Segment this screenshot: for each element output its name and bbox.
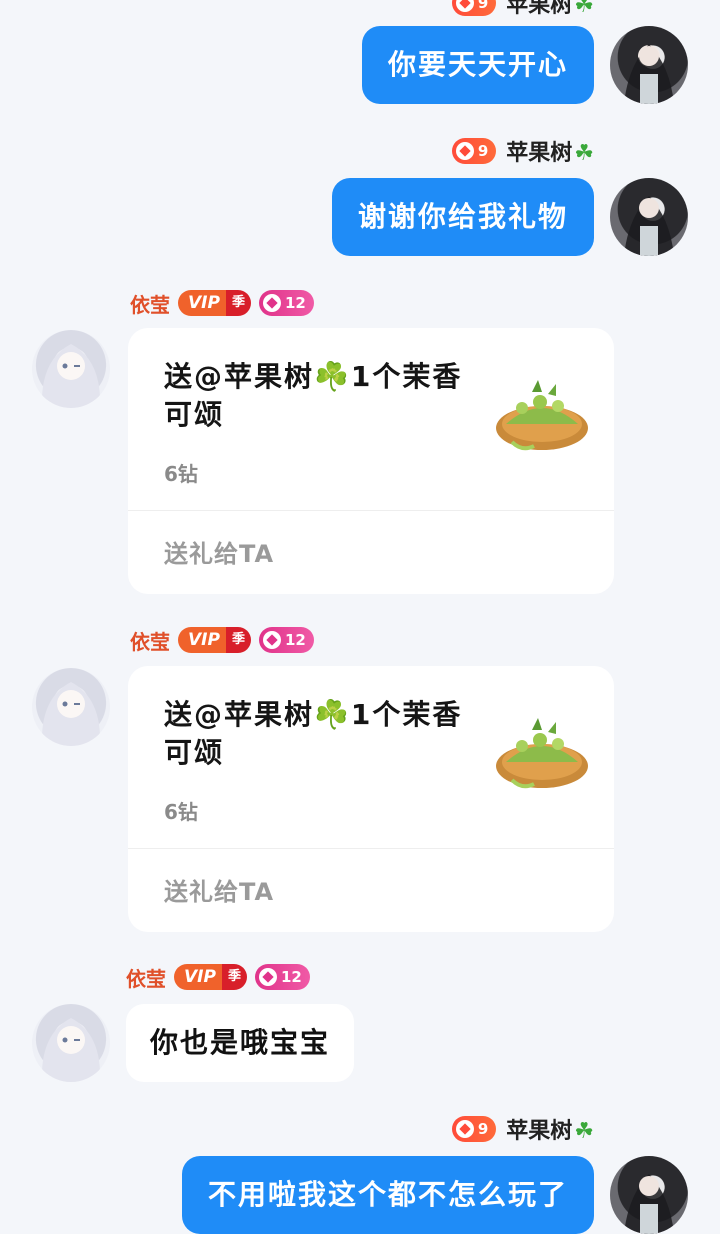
- message-header-other: 依莹 VIP 季 12: [130, 288, 314, 318]
- diamond-icon: [262, 631, 281, 649]
- gift-price: 6钻: [164, 462, 198, 486]
- vip-badge: VIP 季: [174, 964, 247, 990]
- level-badge: 9: [451, 138, 497, 164]
- level-number: 9: [477, 142, 489, 160]
- sender-nickname[interactable]: 依莹: [130, 626, 170, 655]
- sender-nickname[interactable]: 苹果树☘: [506, 1113, 594, 1145]
- clover-icon: ☘: [574, 141, 594, 166]
- croissant-gift-image: [496, 718, 588, 789]
- message-header-other: 依莹 VIP 季 12: [126, 962, 310, 992]
- avatar-other[interactable]: [32, 330, 110, 408]
- message-header-me: 9 苹果树☘: [451, 135, 594, 167]
- level-badge: 12: [258, 627, 314, 653]
- gift-price: 6钻: [164, 800, 198, 824]
- sender-nickname[interactable]: 依莹: [126, 963, 166, 992]
- avatar-other[interactable]: [32, 668, 110, 746]
- avatar-other[interactable]: [32, 1004, 110, 1082]
- divider: [128, 848, 614, 849]
- gift-description: 送@苹果树☘️1个茉香可颂: [164, 360, 463, 431]
- level-number: 12: [284, 294, 306, 312]
- vip-badge: VIP 季: [178, 290, 251, 316]
- sender-nickname[interactable]: 苹果树☘: [506, 0, 594, 19]
- avatar-me[interactable]: [610, 1156, 688, 1234]
- send-gift-button[interactable]: 送礼给TA: [164, 534, 274, 569]
- gift-card[interactable]: 送@苹果树☘️1个茉香可颂 6钻 送礼给TA: [128, 328, 614, 594]
- diamond-icon: [455, 0, 474, 12]
- level-number: 9: [477, 0, 489, 12]
- level-badge: 9: [451, 0, 497, 16]
- diamond-icon: [455, 142, 474, 160]
- message-header-me-top: 9 苹果树☘: [451, 0, 594, 19]
- sender-nickname[interactable]: 依莹: [130, 289, 170, 318]
- message-header-other: 依莹 VIP 季 12: [130, 625, 314, 655]
- avatar-me[interactable]: [610, 26, 688, 104]
- chat-bubble-me[interactable]: 谢谢你给我礼物: [331, 178, 594, 256]
- chat-bubble-me[interactable]: 你要天天开心: [361, 26, 594, 104]
- level-badge: 12: [254, 964, 310, 990]
- croissant-gift-image: [496, 380, 588, 451]
- message-header-me: 9 苹果树☘: [451, 1113, 594, 1145]
- diamond-icon: [258, 968, 277, 986]
- diamond-icon: [262, 294, 281, 312]
- level-number: 12: [280, 968, 302, 986]
- chat-bubble-me[interactable]: 不用啦我这个都不怎么玩了: [181, 1156, 594, 1234]
- gift-card[interactable]: 送@苹果树☘️1个茉香可颂 6钻 送礼给TA: [128, 666, 614, 932]
- divider: [128, 510, 614, 511]
- level-number: 9: [477, 1120, 489, 1138]
- vip-badge: VIP 季: [178, 627, 251, 653]
- diamond-icon: [455, 1120, 474, 1138]
- level-badge: 9: [451, 1116, 497, 1142]
- sender-nickname[interactable]: 苹果树☘: [506, 135, 594, 167]
- clover-icon: ☘: [574, 1119, 594, 1144]
- avatar-me[interactable]: [610, 178, 688, 256]
- chat-bubble-other[interactable]: 你也是哦宝宝: [126, 1004, 355, 1082]
- level-number: 12: [284, 631, 306, 649]
- send-gift-button[interactable]: 送礼给TA: [164, 872, 274, 907]
- gift-description: 送@苹果树☘️1个茉香可颂: [164, 698, 463, 769]
- level-badge: 12: [258, 290, 314, 316]
- clover-icon: ☘: [574, 0, 594, 18]
